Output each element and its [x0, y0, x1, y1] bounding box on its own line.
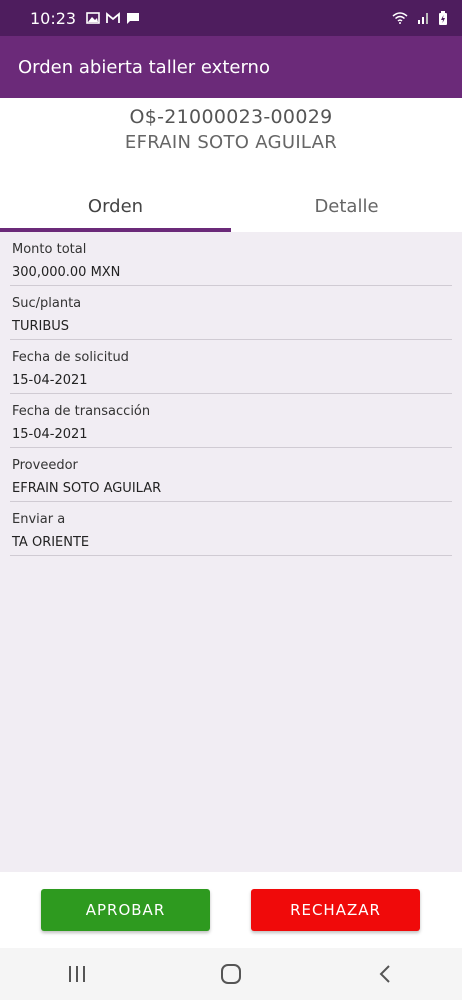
- field-value: 300,000.00 MXN: [12, 265, 121, 280]
- field-proveedor: Proveedor EFRAIN SOTO AGUILAR: [10, 448, 452, 502]
- field-label: Suc/planta: [12, 296, 82, 311]
- field-label: Enviar a: [12, 512, 66, 527]
- home-button[interactable]: [201, 954, 261, 994]
- field-value: TURIBUS: [12, 319, 70, 334]
- order-id: O$-21000023-00029: [129, 106, 333, 128]
- field-suc-planta: Suc/planta TURIBUS: [10, 286, 452, 340]
- recent-apps-button[interactable]: [47, 954, 107, 994]
- client-name: EFRAIN SOTO AGUILAR: [124, 132, 338, 153]
- back-icon: [379, 965, 390, 983]
- order-header: O$-21000023-00029 EFRAIN SOTO AGUILAR: [0, 98, 462, 180]
- app-bar: Orden abierta taller externo: [0, 36, 462, 98]
- wifi-icon: [392, 12, 408, 24]
- status-time: 10:23: [30, 8, 77, 28]
- field-monto-total: Monto total 300,000.00 MXN: [10, 232, 452, 286]
- field-value: EFRAIN SOTO AGUILAR: [12, 481, 162, 496]
- field-value: 15-04-2021: [12, 427, 88, 442]
- system-nav-bar: [0, 948, 462, 1000]
- app-bar-title: Orden abierta taller externo: [18, 56, 270, 78]
- field-label: Proveedor: [12, 458, 78, 473]
- field-label: Fecha de solicitud: [12, 350, 129, 365]
- approve-button[interactable]: APROBAR: [41, 889, 210, 931]
- field-label: Fecha de transacción: [12, 404, 151, 419]
- tab-orden[interactable]: Orden: [0, 180, 231, 232]
- field-value: 15-04-2021: [12, 373, 88, 388]
- field-label: Monto total: [12, 242, 87, 257]
- recent-apps-icon: [69, 966, 85, 982]
- field-value: TA ORIENTE: [12, 535, 90, 550]
- action-bar: APROBAR RECHAZAR: [0, 872, 462, 948]
- field-fecha-solicitud: Fecha de solicitud 15-04-2021: [10, 340, 452, 394]
- tab-detalle[interactable]: Detalle: [231, 180, 462, 232]
- home-icon: [221, 964, 241, 984]
- signal-icon: [418, 13, 428, 24]
- message-icon: [127, 13, 140, 24]
- field-enviar-a: Enviar a TA ORIENTE: [10, 502, 452, 556]
- field-fecha-transaccion: Fecha de transacción 15-04-2021: [10, 394, 452, 448]
- battery-icon: [439, 11, 447, 25]
- gmail-icon: [106, 12, 121, 23]
- order-fields: Monto total 300,000.00 MXN Suc/planta TU…: [0, 232, 462, 872]
- status-bar: 10:23: [0, 0, 462, 36]
- tab-bar: Orden Detalle: [0, 180, 462, 232]
- back-button[interactable]: [355, 954, 415, 994]
- reject-button[interactable]: RECHAZAR: [251, 889, 420, 931]
- image-icon: [86, 12, 100, 24]
